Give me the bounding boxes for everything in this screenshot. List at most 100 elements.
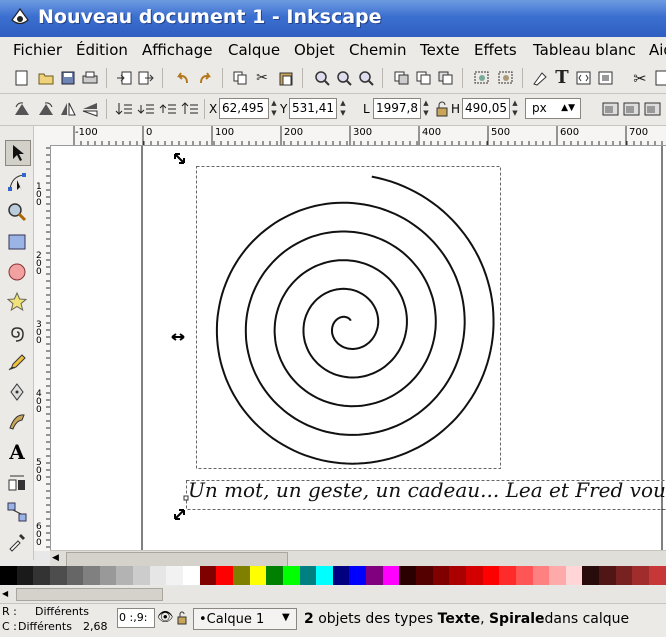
menu-affichage[interactable]: Affichage	[142, 41, 212, 59]
layer-select[interactable]: •Calque 1 ▼	[193, 608, 297, 630]
palette-scroll-left-icon[interactable]: ◀	[2, 589, 8, 598]
group-icon[interactable]	[472, 68, 492, 88]
palette-swatch[interactable]	[67, 566, 84, 585]
menu-objet[interactable]: Objet	[294, 41, 335, 59]
import-icon[interactable]	[114, 68, 134, 88]
palette-swatch[interactable]	[449, 566, 466, 585]
duplicate-icon[interactable]	[392, 68, 412, 88]
copy-icon[interactable]	[230, 68, 250, 88]
palette-swatch[interactable]	[116, 566, 133, 585]
scale-corners-icon[interactable]	[622, 99, 642, 119]
menu-aide[interactable]: Aide	[649, 41, 666, 59]
menu-edition[interactable]: Édition	[76, 41, 128, 59]
ellipse-tool-icon[interactable]	[5, 260, 29, 284]
horizontal-ruler[interactable]: -100 0 100 200 300 400 500 600 700	[50, 126, 666, 146]
undo-icon[interactable]	[172, 68, 192, 88]
palette-swatch[interactable]	[383, 566, 400, 585]
unit-select[interactable]: px ▲▼	[525, 98, 581, 119]
node-tool-icon[interactable]	[5, 170, 29, 194]
scroll-left-arrow-icon[interactable]: ◀	[52, 553, 59, 563]
palette-scrollbar[interactable]: ◀	[0, 586, 666, 602]
clone-icon[interactable]	[414, 68, 434, 88]
pencil-tool-icon[interactable]	[5, 350, 29, 374]
menu-fichier[interactable]: Fichier	[13, 41, 62, 59]
palette-swatch[interactable]	[399, 566, 416, 585]
flip-vertical-icon[interactable]	[80, 99, 100, 119]
palette-swatch[interactable]	[283, 566, 300, 585]
x-field[interactable]: 62,495	[219, 98, 269, 119]
scale-handle-bottom-left[interactable]	[175, 510, 184, 519]
paste-icon[interactable]	[276, 68, 296, 88]
palette-swatch[interactable]	[233, 566, 250, 585]
palette-swatch[interactable]	[300, 566, 317, 585]
palette-swatch[interactable]	[166, 566, 183, 585]
dropper-tool-icon[interactable]	[5, 530, 29, 554]
fill-indicator[interactable]: Différents	[35, 605, 89, 618]
export-icon[interactable]	[136, 68, 156, 88]
palette-swatch[interactable]	[250, 566, 267, 585]
palette-swatch[interactable]	[349, 566, 366, 585]
palette-swatch[interactable]	[0, 566, 17, 585]
redo-icon[interactable]	[196, 68, 216, 88]
calligraphy-tool-icon[interactable]	[5, 410, 29, 434]
print-icon[interactable]	[80, 68, 100, 88]
lock-icon[interactable]	[177, 611, 187, 628]
vertical-ruler[interactable]: 100 200 300 400 500 600	[34, 145, 51, 551]
opacity-field[interactable]: 0 :,9:	[117, 608, 155, 628]
align-distribute-icon[interactable]	[596, 68, 616, 88]
gradient-tool-icon[interactable]	[5, 470, 29, 494]
menu-tableau-blanc[interactable]: Tableau blanc	[533, 41, 636, 59]
palette-swatch[interactable]	[266, 566, 283, 585]
cut-icon[interactable]: ✂	[252, 68, 272, 88]
zoom-page-icon[interactable]	[356, 68, 376, 88]
spiral-object[interactable]	[217, 177, 494, 464]
flip-horizontal-icon[interactable]	[58, 99, 78, 119]
palette-swatch[interactable]	[316, 566, 333, 585]
scrollbar-thumb[interactable]	[66, 552, 288, 567]
rectangle-tool-icon[interactable]	[5, 230, 29, 254]
palette-swatch[interactable]	[483, 566, 500, 585]
palette-swatch[interactable]	[33, 566, 50, 585]
palette-swatch[interactable]	[366, 566, 383, 585]
palette-swatch[interactable]	[632, 566, 649, 585]
width-spin-arrows[interactable]: ▲▼	[421, 98, 431, 119]
save-icon[interactable]	[58, 68, 78, 88]
palette-swatch[interactable]	[516, 566, 533, 585]
lower-icon[interactable]	[136, 99, 156, 119]
scale-gradients-icon[interactable]	[643, 99, 663, 119]
rotate-cw-icon[interactable]	[36, 99, 56, 119]
scale-handle-left[interactable]	[172, 334, 184, 340]
palette-swatch[interactable]	[433, 566, 450, 585]
palette-swatch[interactable]	[216, 566, 233, 585]
palette-swatch[interactable]	[416, 566, 433, 585]
text-tool-icon[interactable]: A	[5, 440, 29, 464]
menu-texte[interactable]: Texte	[420, 41, 460, 59]
palette-swatch[interactable]	[599, 566, 616, 585]
xml-editor-icon[interactable]	[574, 68, 594, 88]
connector-tool-icon[interactable]	[5, 500, 29, 524]
menu-effets[interactable]: Effets	[474, 41, 517, 59]
palette-scroll-thumb[interactable]	[16, 588, 163, 601]
selector-tool-icon[interactable]	[5, 140, 31, 166]
palette-swatch[interactable]	[549, 566, 566, 585]
palette-swatch[interactable]	[17, 566, 34, 585]
palette-swatch[interactable]	[100, 566, 117, 585]
palette-swatch[interactable]	[566, 566, 583, 585]
palette-swatch[interactable]	[499, 566, 516, 585]
star-tool-icon[interactable]	[5, 290, 29, 314]
palette-swatch[interactable]	[533, 566, 550, 585]
calligraphic-text-object[interactable]: Un mot, un geste, un cadeau... Lea et Fr…	[188, 478, 666, 502]
scale-stroke-icon[interactable]	[601, 99, 621, 119]
zoom-drawing-icon[interactable]	[334, 68, 354, 88]
lock-proportions-icon[interactable]	[432, 99, 452, 119]
palette-swatch[interactable]	[133, 566, 150, 585]
palette-swatch[interactable]	[83, 566, 100, 585]
scale-handle-top-left[interactable]	[175, 154, 184, 163]
document-properties-icon[interactable]	[652, 68, 666, 88]
y-spin-arrows[interactable]: ▲▼	[338, 98, 348, 119]
raise-icon[interactable]	[158, 99, 178, 119]
palette-swatch[interactable]	[649, 566, 666, 585]
raise-to-top-icon[interactable]	[180, 99, 200, 119]
title-bar[interactable]: Nouveau document 1 - Inkscape	[0, 0, 666, 37]
y-field[interactable]: 531,41	[289, 98, 337, 119]
